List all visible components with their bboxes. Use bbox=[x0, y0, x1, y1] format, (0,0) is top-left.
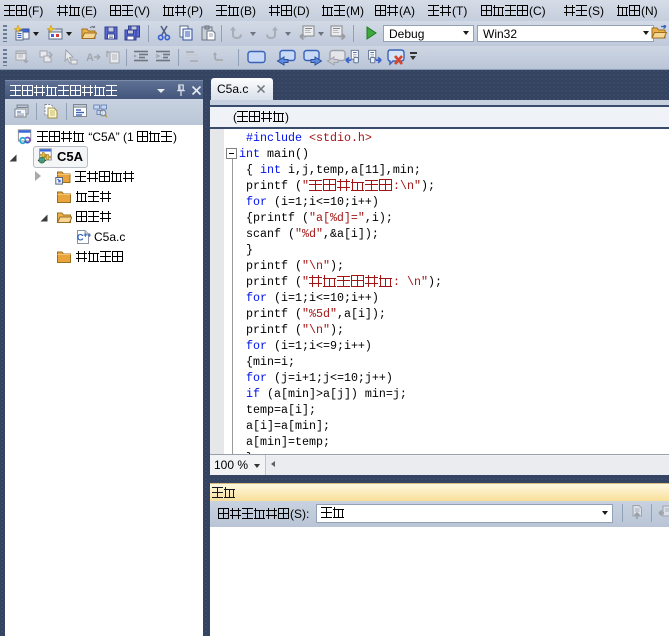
svg-text:++: ++ bbox=[83, 233, 91, 240]
svg-text:A: A bbox=[86, 52, 94, 64]
